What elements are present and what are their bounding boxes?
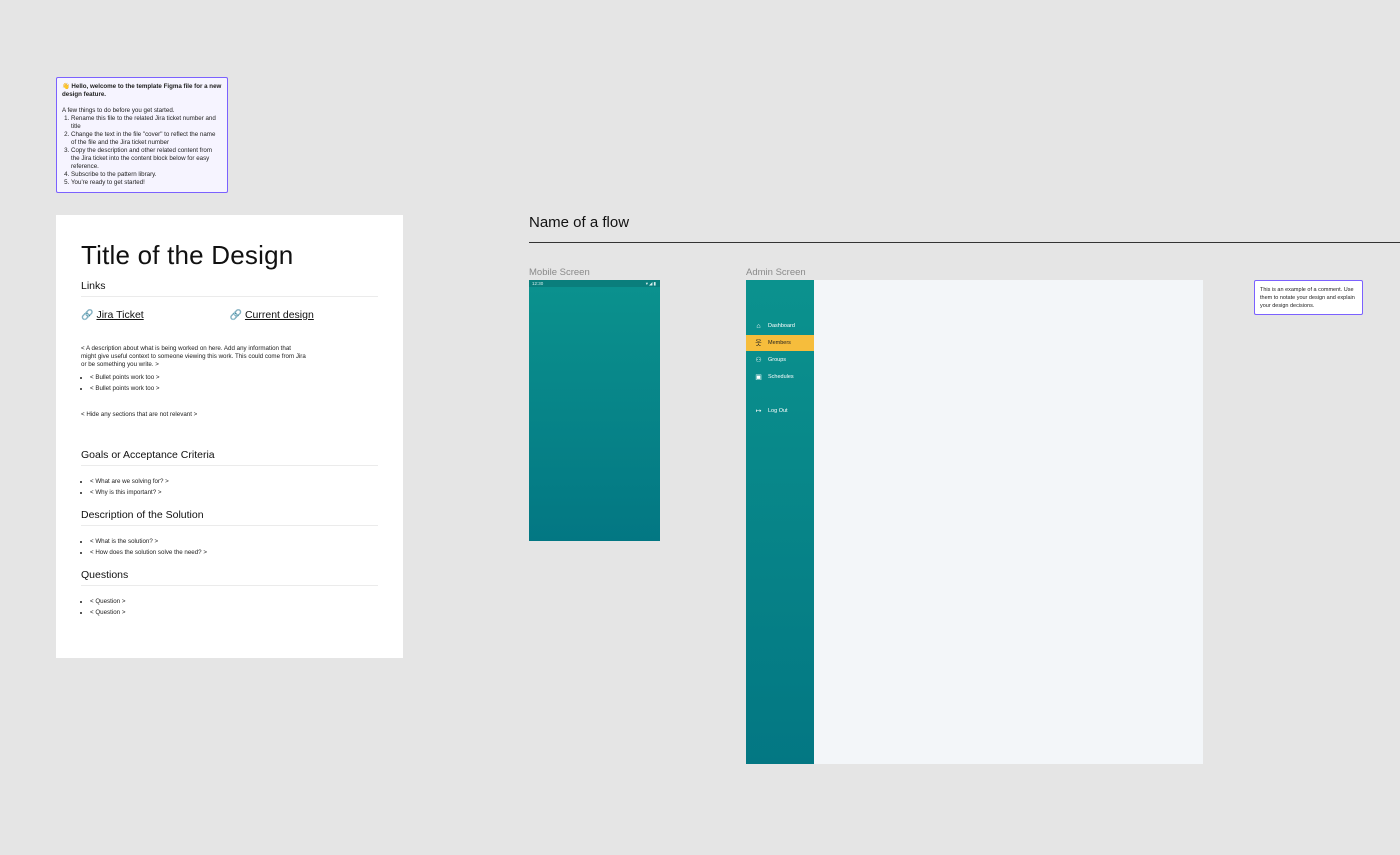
doc-title: Title of the Design — [81, 240, 294, 270]
questions-list: < Question > < Question > — [81, 596, 378, 618]
description-text: < A description about what is being work… — [81, 345, 306, 368]
list-item: < Bullet points work too > — [90, 383, 378, 394]
goals-list: < What are we solving for? > < Why is th… — [81, 476, 378, 498]
link-label: Jira Ticket — [96, 309, 144, 321]
solution-heading: Description of the Solution — [81, 509, 378, 526]
home-icon: ⌂ — [756, 322, 761, 330]
mobile-status-bar: 12:30 ▾◢▮ — [529, 280, 660, 287]
nav-item-log-out[interactable]: ↦ Log Out — [746, 403, 814, 419]
welcome-sticky-note[interactable]: 👋 Hello, welcome to the template Figma f… — [56, 77, 228, 193]
description-bullets: < Bullet points work too > < Bullet poin… — [81, 372, 378, 394]
nav-item-schedules[interactable]: ▣ Schedules — [746, 369, 814, 385]
goals-heading: Goals or Acceptance Criteria — [81, 449, 378, 466]
group-icon: ⚇ — [755, 356, 762, 364]
logout-icon: ↦ — [755, 407, 762, 415]
sticky-step: Copy the description and other related c… — [71, 147, 222, 171]
list-item: < Question > — [90, 596, 378, 607]
sticky-step: You're ready to get started! — [71, 179, 222, 187]
current-design-link[interactable]: 🔗 Current design — [230, 309, 379, 321]
links-heading: Links — [81, 280, 378, 297]
link-icon: 🔗 — [81, 309, 94, 321]
calendar-icon: ▣ — [755, 373, 762, 381]
nav-item-members[interactable]: 웃 Members — [746, 335, 814, 351]
design-comment[interactable]: This is an example of a comment. Use the… — [1254, 280, 1363, 315]
flow-divider — [529, 242, 1400, 243]
nav-item-dashboard[interactable]: ⌂ Dashboard — [746, 318, 814, 334]
sticky-step: Subscribe to the pattern library. — [71, 171, 222, 179]
mobile-screen-frame[interactable]: 12:30 ▾◢▮ — [529, 280, 660, 541]
list-item: < Why is this important? > — [90, 487, 378, 498]
sticky-title: 👋 Hello, welcome to the template Figma f… — [62, 83, 222, 98]
link-label: Current design — [244, 309, 314, 321]
list-item: < What are we solving for? > — [90, 476, 378, 487]
list-item: < How does the solution solve the need? … — [90, 547, 378, 558]
links-row: 🔗 Jira Ticket 🔗 Current design — [81, 309, 378, 321]
sticky-step: Change the text in the file "cover" to r… — [71, 131, 222, 147]
admin-screen-label: Admin Screen — [746, 267, 806, 278]
sticky-steps: Rename this file to the related Jira tic… — [62, 115, 222, 187]
questions-heading: Questions — [81, 569, 378, 586]
status-time: 12:30 — [532, 281, 544, 286]
design-doc-frame[interactable]: Title of the Design Links 🔗 Jira Ticket … — [56, 215, 403, 658]
sticky-step: Rename this file to the related Jira tic… — [71, 115, 222, 131]
admin-sidebar: ⌂ Dashboard 웃 Members ⚇ Groups ▣ Schedul… — [746, 280, 814, 764]
comment-text: This is an example of a comment. Use the… — [1260, 287, 1355, 309]
sticky-intro: A few things to do before you get starte… — [62, 107, 175, 114]
nav-label: Log Out — [768, 408, 788, 414]
list-item: < Bullet points work too > — [90, 372, 378, 383]
mobile-screen-label: Mobile Screen — [529, 267, 590, 278]
battery-icon: ▮ — [653, 281, 657, 286]
admin-screen-frame[interactable]: ⌂ Dashboard 웃 Members ⚇ Groups ▣ Schedul… — [746, 280, 1203, 764]
nav-label: Members — [768, 340, 791, 346]
link-icon: 🔗 — [229, 309, 242, 321]
jira-ticket-link[interactable]: 🔗 Jira Ticket — [81, 309, 230, 321]
nav-label: Schedules — [768, 374, 794, 380]
status-icons: ▾◢▮ — [646, 280, 657, 287]
person-icon: 웃 — [755, 339, 762, 347]
nav-label: Groups — [768, 357, 787, 363]
list-item: < What is the solution? > — [90, 536, 378, 547]
list-item: < Question > — [90, 607, 378, 618]
nav-item-groups[interactable]: ⚇ Groups — [746, 352, 814, 368]
solution-list: < What is the solution? > < How does the… — [81, 536, 378, 558]
flow-title: Name of a flow — [529, 214, 630, 231]
hide-sections-note: < Hide any sections that are not relevan… — [81, 411, 198, 418]
nav-label: Dashboard — [768, 323, 795, 329]
